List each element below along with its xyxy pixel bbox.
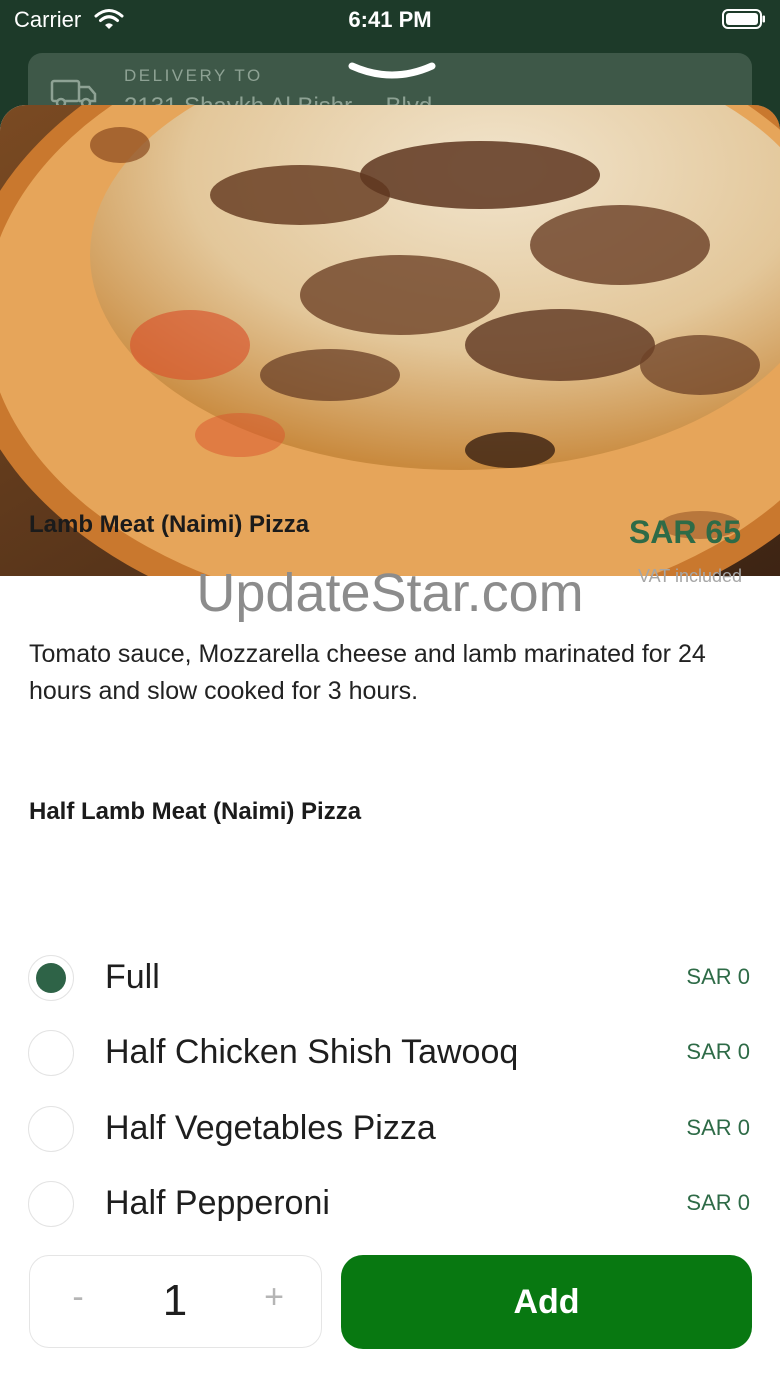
product-price: SAR 65 <box>628 514 741 550</box>
radio-unselected-icon[interactable] <box>28 1106 74 1152</box>
chevron-down-icon[interactable] <box>346 60 438 84</box>
radio-selected-icon[interactable] <box>28 955 74 1001</box>
battery-icon <box>722 9 765 29</box>
product-title: Lamb Meat (Naimi) Pizza <box>29 511 310 538</box>
increase-quantity-button[interactable]: + <box>254 1278 294 1322</box>
product-description: Tomato sauce, Mozzarella cheese and lamb… <box>29 640 706 705</box>
status-time: 6:41 PM <box>348 7 432 32</box>
option-label: Half Vegetables Pizza <box>105 1109 436 1147</box>
option-group-title: Half Lamb Meat (Naimi) Pizza <box>29 798 362 825</box>
option-label: Half Pepperoni <box>105 1184 330 1222</box>
option-price: SAR 0 <box>686 964 750 989</box>
option-half-chicken-shish-tawooq[interactable]: Half Chicken Shish Tawooq SAR 0 <box>0 1023 780 1083</box>
radio-unselected-icon[interactable] <box>28 1181 74 1227</box>
product-image <box>0 105 780 576</box>
option-price: SAR 0 <box>686 1115 750 1140</box>
option-label: Half Chicken Shish Tawooq <box>105 1033 519 1071</box>
delivery-label: DELIVERY TO <box>124 66 263 85</box>
option-half-pepperoni[interactable]: Half Pepperoni SAR 0 <box>0 1174 780 1234</box>
quantity-value: 1 <box>162 1276 188 1325</box>
option-half-vegetables-pizza[interactable]: Half Vegetables Pizza SAR 0 <box>0 1099 780 1159</box>
option-label: Full <box>105 958 160 996</box>
option-full[interactable]: Full SAR 0 <box>0 948 780 1008</box>
radio-unselected-icon[interactable] <box>28 1030 74 1076</box>
option-price: SAR 0 <box>686 1039 750 1064</box>
status-bar: Carrier 6:41 PM <box>0 0 780 40</box>
add-to-cart-button[interactable]: Add <box>341 1255 752 1349</box>
option-price: SAR 0 <box>686 1190 750 1215</box>
decrease-quantity-button[interactable]: - <box>60 1278 96 1322</box>
quantity-stepper: - 1 + <box>29 1255 322 1348</box>
watermark: UpdateStar.com <box>196 563 584 623</box>
